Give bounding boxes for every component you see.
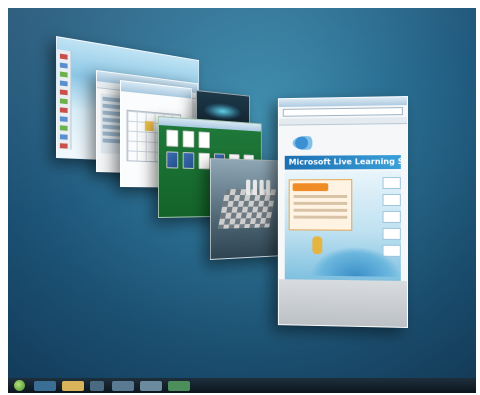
signin-panel bbox=[288, 179, 353, 231]
chess-piece bbox=[246, 179, 251, 196]
taskbar-item-media[interactable] bbox=[90, 381, 104, 391]
taskbar-item-explorer[interactable] bbox=[62, 381, 84, 391]
flip3d-window-stack: Microsoft Live Learning Skill bbox=[8, 8, 476, 386]
panel-button[interactable] bbox=[292, 183, 329, 192]
card bbox=[166, 151, 179, 169]
calendar-selected-day bbox=[144, 120, 154, 132]
site-banner: Microsoft Live Learning Skill bbox=[284, 155, 401, 170]
start-button-icon[interactable] bbox=[14, 380, 25, 391]
chess-piece bbox=[252, 179, 258, 196]
taskbar-item-app5[interactable] bbox=[140, 381, 162, 391]
card bbox=[198, 131, 210, 149]
media-center-logo bbox=[203, 101, 241, 121]
chess-piece bbox=[259, 179, 264, 196]
taskbar-item-ie[interactable] bbox=[34, 381, 56, 391]
chess-piece bbox=[266, 179, 271, 196]
toolbar-strip bbox=[56, 49, 72, 150]
window-internet-explorer[interactable]: Microsoft Live Learning Skill bbox=[277, 96, 408, 328]
desktop-background: Microsoft Live Learning Skill bbox=[8, 8, 476, 386]
tab-strip bbox=[278, 117, 407, 126]
window-chess[interactable] bbox=[210, 158, 284, 260]
globe-graphic bbox=[310, 246, 401, 277]
card bbox=[198, 152, 210, 170]
taskbar-item-app4[interactable] bbox=[112, 381, 134, 391]
mascot-figure bbox=[312, 236, 323, 255]
card bbox=[166, 129, 179, 147]
card bbox=[182, 130, 195, 148]
side-links bbox=[382, 177, 401, 257]
taskbar-item-app6[interactable] bbox=[168, 381, 190, 391]
address-bar[interactable] bbox=[282, 107, 403, 117]
card bbox=[182, 152, 195, 169]
taskbar bbox=[8, 378, 476, 393]
page-footer bbox=[278, 279, 407, 327]
site-logo-icon bbox=[292, 135, 319, 150]
title-bar bbox=[278, 97, 407, 108]
